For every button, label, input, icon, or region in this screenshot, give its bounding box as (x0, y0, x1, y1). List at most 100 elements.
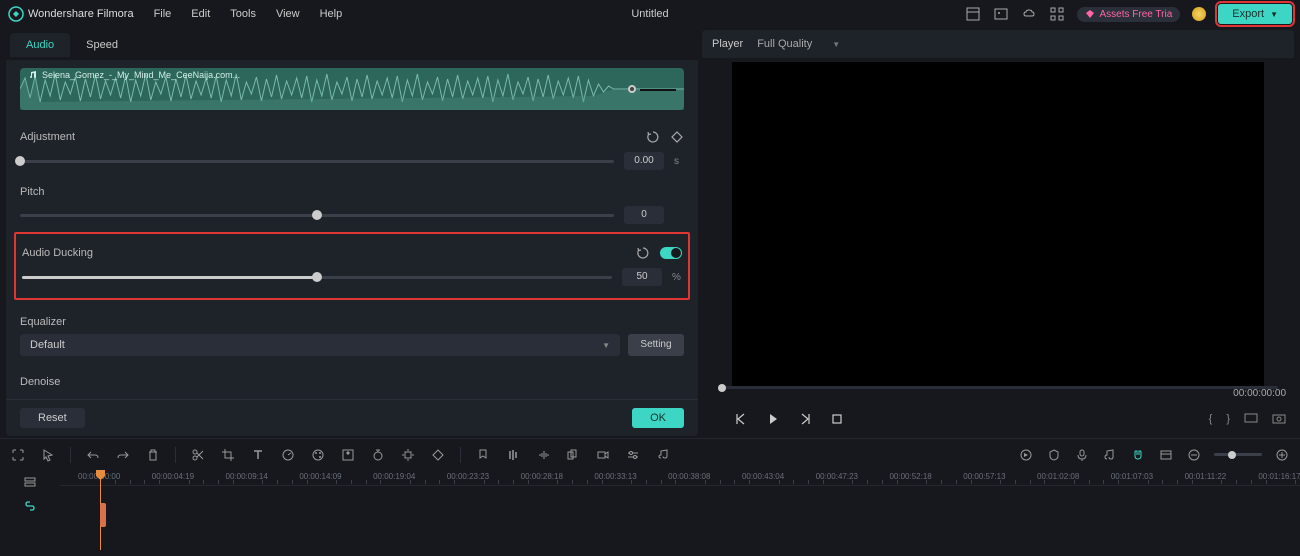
timeline-toolbar (0, 438, 1300, 470)
quality-select[interactable]: Full Quality ▼ (757, 38, 840, 50)
green-screen-icon[interactable] (340, 447, 356, 463)
timer-icon[interactable] (370, 447, 386, 463)
audio-ducking-section: Audio Ducking 50 % (14, 232, 690, 300)
layout-icon[interactable] (965, 6, 981, 22)
zoom-slider[interactable] (1214, 453, 1262, 456)
text-icon[interactable] (250, 447, 266, 463)
prev-frame-icon[interactable] (734, 412, 748, 426)
player-scrubber[interactable] (718, 386, 1278, 389)
audio-clip[interactable] (100, 503, 106, 527)
cursor-icon[interactable] (40, 447, 56, 463)
menubar: Wondershare Filmora File Edit Tools View… (0, 0, 1300, 28)
equalizer-selected: Default (30, 339, 65, 351)
speed-icon[interactable] (280, 447, 296, 463)
snapshot-icon[interactable] (1272, 412, 1286, 426)
ruler-tick: 00:01:11:22 (1185, 472, 1227, 481)
track-collapse-icon[interactable] (22, 474, 38, 490)
coin-icon[interactable] (1192, 7, 1206, 21)
reset-icon[interactable] (646, 130, 660, 144)
zoom-in-icon[interactable] (1274, 447, 1290, 463)
adjustment-slider-row: 0.00 s (20, 152, 684, 170)
audio-mixer-icon[interactable] (505, 447, 521, 463)
reset-button[interactable]: Reset (20, 408, 85, 428)
ducking-toggle[interactable] (660, 247, 682, 259)
view-mode-icon[interactable] (1158, 447, 1174, 463)
tab-speed[interactable]: Speed (70, 33, 134, 57)
waveform-tail (640, 89, 676, 91)
export-button[interactable]: Export ▼ (1218, 4, 1292, 24)
ducking-slider-row: 50 % (22, 268, 682, 286)
video-preview[interactable] (732, 62, 1264, 388)
stop-icon[interactable] (830, 412, 844, 426)
pitch-value[interactable]: 0 (624, 206, 664, 224)
next-frame-icon[interactable] (798, 412, 812, 426)
audio-track-icon[interactable] (1102, 447, 1118, 463)
zoom-out-icon[interactable] (1186, 447, 1202, 463)
apps-icon[interactable] (1049, 6, 1065, 22)
shield-icon[interactable] (1046, 447, 1062, 463)
ducking-value[interactable]: 50 (622, 268, 662, 286)
play-icon[interactable] (766, 412, 780, 426)
timeline-tracks[interactable]: 00:00:00:0000:00:04:1900:00:09:1400:00:1… (60, 470, 1300, 550)
pitch-slider[interactable] (20, 214, 614, 217)
tab-audio[interactable]: Audio (10, 33, 70, 57)
export-label: Export (1232, 8, 1264, 20)
reset-icon[interactable] (636, 246, 650, 260)
chevron-down-icon: ▼ (832, 40, 840, 49)
keyframe-icon[interactable] (670, 130, 684, 144)
chevron-down-icon: ▼ (1270, 10, 1278, 19)
magnet-icon[interactable] (1130, 447, 1146, 463)
adjustment-header: Adjustment (20, 122, 684, 152)
group-icon[interactable] (565, 447, 581, 463)
mic-icon[interactable] (1074, 447, 1090, 463)
menu-file[interactable]: File (154, 8, 172, 20)
audio-stretch-icon[interactable] (535, 447, 551, 463)
pitch-slider-row: 0 (20, 206, 684, 224)
color-icon[interactable] (310, 447, 326, 463)
link-icon[interactable] (22, 498, 38, 514)
brace-open-icon[interactable]: { (1209, 413, 1213, 425)
adjustments-icon[interactable] (625, 447, 641, 463)
player-panel: Player Full Quality ▼ 00:00:00:00 { } (702, 30, 1294, 436)
menu-edit[interactable]: Edit (191, 8, 210, 20)
adjustment-slider[interactable] (20, 160, 614, 163)
adjustment-unit: s (674, 156, 684, 167)
cloud-icon[interactable] (1021, 6, 1037, 22)
audio-waveform[interactable]: Selena_Gomez_-_My_Mind_Me_CeeNaija.com..… (20, 68, 684, 110)
scrubber-thumb[interactable] (718, 384, 726, 392)
split-icon[interactable] (190, 447, 206, 463)
waveform-filename: Selena_Gomez_-_My_Mind_Me_CeeNaija.com..… (42, 70, 240, 80)
record-icon[interactable] (595, 447, 611, 463)
menu-tools[interactable]: Tools (230, 8, 256, 20)
inspector-tabs: Audio Speed (6, 30, 698, 60)
ok-button[interactable]: OK (632, 408, 684, 428)
ducking-header: Audio Ducking (22, 238, 682, 268)
display-icon[interactable] (1244, 412, 1258, 426)
keyframe-button-icon[interactable] (430, 447, 446, 463)
timeline-ruler[interactable]: 00:00:00:0000:00:04:1900:00:09:1400:00:1… (60, 470, 1300, 486)
ducking-slider[interactable] (22, 276, 612, 279)
add-marker-icon[interactable] (475, 447, 491, 463)
document-title: Untitled (631, 8, 668, 20)
crop-icon[interactable] (220, 447, 236, 463)
menu-view[interactable]: View (276, 8, 300, 20)
music-icon[interactable] (655, 447, 671, 463)
menu-help[interactable]: Help (320, 8, 343, 20)
app-name: Wondershare Filmora (28, 8, 134, 20)
undo-icon[interactable] (85, 447, 101, 463)
expand-icon[interactable] (10, 447, 26, 463)
motion-tracking-icon[interactable] (400, 447, 416, 463)
quality-value: Full Quality (757, 38, 812, 50)
adjustment-value[interactable]: 0.00 (624, 152, 664, 170)
media-icon[interactable] (993, 6, 1009, 22)
equalizer-setting-button[interactable]: Setting (628, 334, 684, 356)
equalizer-select[interactable]: Default ▼ (20, 334, 620, 356)
app-logo-icon (8, 6, 24, 22)
brace-close-icon[interactable]: } (1226, 413, 1230, 425)
assets-badge[interactable]: Assets Free Tria (1077, 7, 1180, 22)
redo-icon[interactable] (115, 447, 131, 463)
waveform-end-handle[interactable] (628, 85, 636, 93)
render-icon[interactable] (1018, 447, 1034, 463)
delete-icon[interactable] (145, 447, 161, 463)
ducking-label: Audio Ducking (22, 247, 93, 259)
